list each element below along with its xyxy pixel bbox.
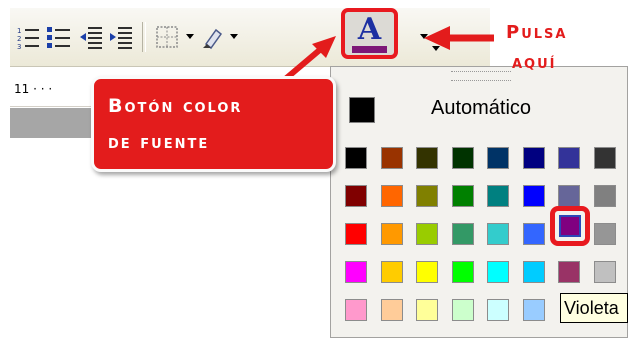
color-swatch[interactable] [416,147,438,169]
color-swatch[interactable] [381,299,403,321]
color-swatch[interactable] [594,223,616,245]
highlight-dropdown-icon[interactable] [230,34,238,39]
toolbar-options-icon[interactable] [432,46,440,51]
bulleted-list-icon[interactable] [46,24,72,50]
ruler-position: 11 · · · [14,82,53,96]
color-swatch[interactable] [594,261,616,283]
color-swatch[interactable] [523,223,545,245]
color-swatch[interactable] [345,223,367,245]
screenshot: 1 2 3 11 · · · A Automático Violeta Botó… [0,0,630,340]
font-color-palette: Automático Violeta [330,66,628,338]
color-swatch[interactable] [558,185,580,207]
color-swatch[interactable] [452,147,474,169]
color-swatch[interactable] [487,261,509,283]
color-swatch[interactable] [487,147,509,169]
palette-drag-handle[interactable] [451,71,511,81]
borders-icon[interactable] [154,24,180,50]
aqui-label: aquí [512,52,557,73]
callout-line-2: de fuente [108,131,210,153]
color-swatch[interactable] [416,299,438,321]
color-swatch[interactable] [345,299,367,321]
color-swatch[interactable] [452,185,474,207]
color-swatch[interactable] [487,223,509,245]
decrease-indent-icon[interactable] [78,24,104,50]
color-swatch[interactable] [523,299,545,321]
svg-text:1: 1 [17,27,21,35]
borders-dropdown-icon[interactable] [186,34,194,39]
color-swatch[interactable] [381,147,403,169]
numbered-list-icon[interactable]: 1 2 3 [16,24,42,51]
color-swatch[interactable] [487,185,509,207]
toolbar-separator [142,22,146,52]
color-swatch[interactable] [345,261,367,283]
color-swatch[interactable] [345,147,367,169]
font-color-letter: A [357,12,382,47]
color-swatch[interactable] [594,147,616,169]
color-swatch[interactable] [345,185,367,207]
formatting-toolbar: 1 2 3 [10,8,490,67]
color-swatch[interactable] [452,223,474,245]
callout-box: Botón color de fuente [91,76,336,172]
violet-swatch[interactable] [559,215,581,237]
color-swatch[interactable] [381,223,403,245]
highlight-icon[interactable] [200,24,226,50]
increase-indent-icon[interactable] [108,24,134,50]
color-swatch[interactable] [558,261,580,283]
color-swatch[interactable] [523,185,545,207]
color-swatch[interactable] [594,185,616,207]
svg-text:3: 3 [17,43,21,50]
color-swatch[interactable] [452,261,474,283]
automatic-color-label[interactable]: Automático [431,97,531,120]
color-swatch[interactable] [487,299,509,321]
pulsa-label: Pulsa [506,22,568,43]
color-swatch[interactable] [452,299,474,321]
automatic-color-swatch[interactable] [349,97,375,123]
selected-color-highlight[interactable] [550,206,590,246]
color-swatch[interactable] [523,147,545,169]
color-swatch[interactable] [381,185,403,207]
color-swatch[interactable] [381,261,403,283]
callout-line-1: Botón color [108,95,243,117]
color-tooltip: Violeta [560,293,628,323]
color-swatch[interactable] [558,147,580,169]
color-swatch[interactable] [416,223,438,245]
font-color-dropdown-icon[interactable] [420,34,428,39]
font-color-bar [352,46,387,53]
color-swatch[interactable] [416,261,438,283]
color-swatch[interactable] [416,185,438,207]
color-swatch[interactable] [523,261,545,283]
font-color-button[interactable]: A [341,8,398,59]
svg-text:2: 2 [17,35,21,43]
